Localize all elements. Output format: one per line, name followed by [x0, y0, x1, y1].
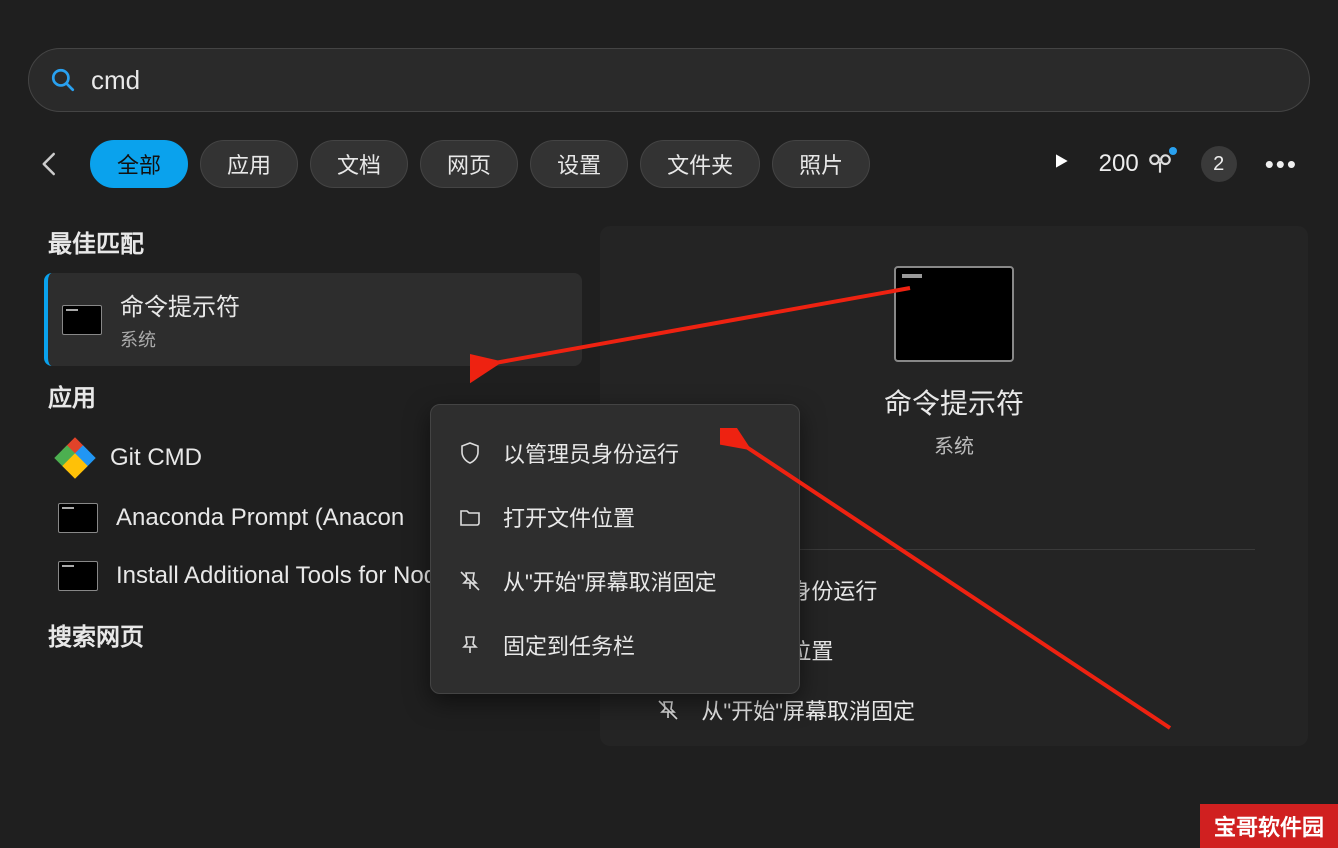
result-title: Anaconda Prompt (Anacon — [116, 504, 404, 532]
unpin-icon — [455, 569, 485, 593]
menu-unpin-start[interactable]: 从"开始"屏幕取消固定 — [441, 549, 789, 613]
action-unpin-start[interactable]: 从"开始"屏幕取消固定 — [653, 694, 1254, 726]
menu-run-admin[interactable]: 以管理员身份运行 — [441, 421, 789, 485]
preview-thumbnail — [894, 266, 1014, 362]
result-subtitle: 系统 — [120, 326, 240, 352]
rewards-icon — [1147, 151, 1173, 177]
pin-icon — [455, 633, 485, 657]
menu-label: 打开文件位置 — [503, 501, 635, 533]
tab-web[interactable]: 网页 — [420, 140, 518, 188]
result-best-cmd[interactable]: 命令提示符 系统 — [44, 273, 582, 366]
points-display[interactable]: 200 — [1099, 150, 1173, 178]
git-icon — [58, 441, 92, 475]
preview-title: 命令提示符 — [884, 382, 1024, 422]
points-value: 200 — [1099, 150, 1139, 178]
section-best-match: 最佳匹配 — [48, 224, 582, 259]
tab-docs[interactable]: 文档 — [310, 140, 408, 188]
tab-apps[interactable]: 应用 — [200, 140, 298, 188]
menu-label: 以管理员身份运行 — [503, 437, 679, 469]
more-icon[interactable]: ••• — [1265, 149, 1298, 180]
terminal-icon — [58, 503, 98, 533]
action-label: 从"开始"屏幕取消固定 — [701, 694, 915, 726]
tab-folders[interactable]: 文件夹 — [640, 140, 760, 188]
folder-icon — [455, 505, 485, 529]
unpin-icon — [653, 698, 683, 722]
topbar-right: 200 2 ••• — [1051, 146, 1310, 182]
watermark: 宝哥软件园 — [1200, 804, 1338, 848]
menu-pin-taskbar[interactable]: 固定到任务栏 — [441, 613, 789, 677]
terminal-icon — [58, 561, 98, 591]
result-title: Git CMD — [110, 444, 202, 472]
tab-photos[interactable]: 照片 — [772, 140, 870, 188]
result-title: 命令提示符 — [120, 287, 240, 322]
cmd-icon — [62, 305, 102, 335]
result-title: Install Additional Tools for Node.js — [116, 561, 474, 591]
shield-icon — [455, 441, 485, 465]
menu-open-location[interactable]: 打开文件位置 — [441, 485, 789, 549]
search-bar[interactable] — [28, 48, 1310, 112]
preview-subtitle: 系统 — [934, 430, 974, 459]
search-icon — [49, 66, 77, 94]
play-icon[interactable] — [1051, 151, 1071, 177]
back-button[interactable] — [28, 142, 72, 186]
tab-settings[interactable]: 设置 — [530, 140, 628, 188]
context-menu: 以管理员身份运行 打开文件位置 从"开始"屏幕取消固定 固定到任务栏 — [430, 404, 800, 694]
filter-row: 全部 应用 文档 网页 设置 文件夹 照片 200 2 ••• — [28, 140, 1310, 188]
menu-label: 从"开始"屏幕取消固定 — [503, 565, 717, 597]
search-input[interactable] — [91, 65, 1289, 96]
notification-badge[interactable]: 2 — [1201, 146, 1237, 182]
menu-label: 固定到任务栏 — [503, 629, 635, 661]
tab-all[interactable]: 全部 — [90, 140, 188, 188]
